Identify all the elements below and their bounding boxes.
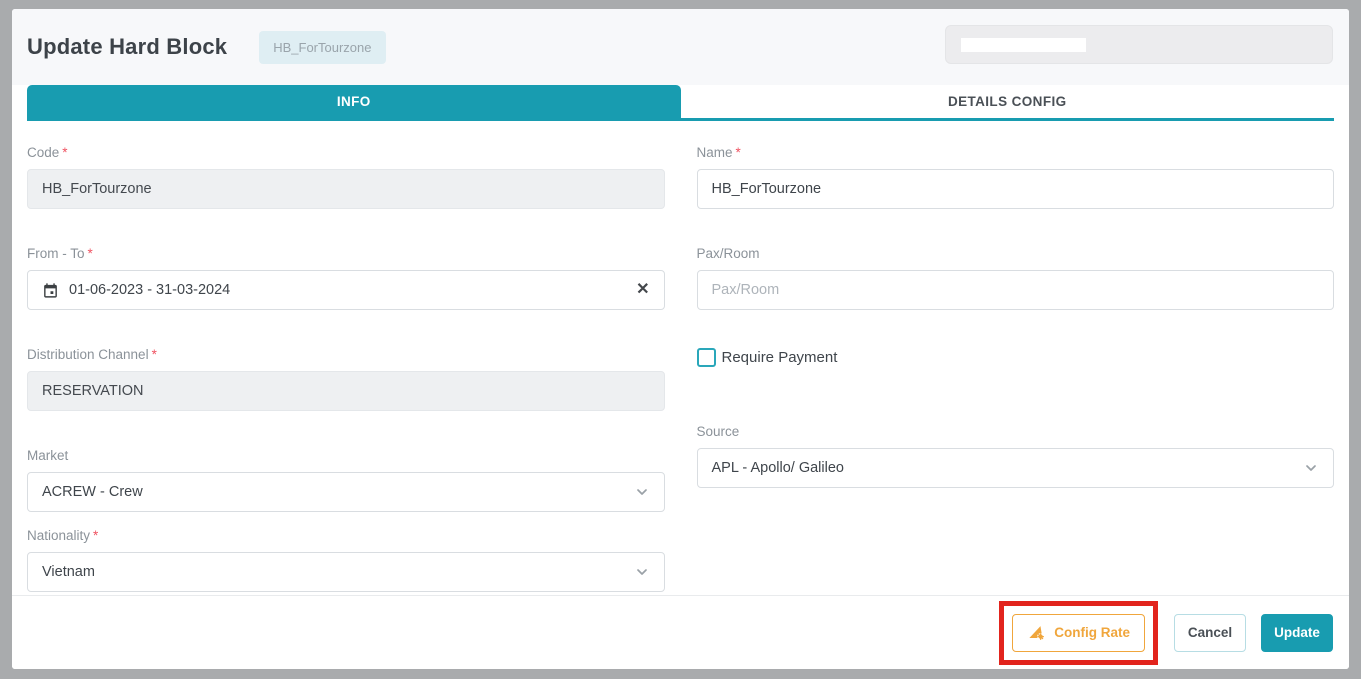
chevron-down-icon[interactable] xyxy=(1303,460,1319,476)
page-title: Update Hard Block xyxy=(27,34,227,60)
redacted-info-box xyxy=(945,25,1333,64)
chevron-down-icon[interactable] xyxy=(634,564,650,580)
tab-details-config[interactable]: DETAILS CONFIG xyxy=(681,85,1335,118)
source-label: Source xyxy=(697,424,1335,439)
distribution-channel-group: Distribution Channel* xyxy=(27,347,665,411)
config-rate-button[interactable]: Config Rate xyxy=(1012,614,1145,652)
name-label: Name* xyxy=(697,145,1335,160)
pax-room-group: Pax/Room xyxy=(697,246,1335,310)
pax-room-label: Pax/Room xyxy=(697,246,1335,261)
source-select[interactable]: APL - Apollo/ Galileo xyxy=(697,448,1335,488)
code-label: Code* xyxy=(27,145,665,160)
code-field xyxy=(27,169,665,209)
require-payment-label: Require Payment xyxy=(722,349,838,366)
calendar-icon[interactable] xyxy=(42,282,59,299)
nationality-group: Nationality* Vietnam xyxy=(27,528,665,592)
redaction-bar xyxy=(961,38,1086,52)
name-field[interactable] xyxy=(697,169,1335,209)
config-rate-label: Config Rate xyxy=(1054,625,1130,640)
required-asterisk: * xyxy=(736,145,741,160)
require-payment-group: Require Payment xyxy=(697,347,1335,367)
date-range-value: 01-06-2023 - 31-03-2024 xyxy=(69,282,636,298)
chevron-down-icon[interactable] xyxy=(634,484,650,500)
record-code-badge: HB_ForTourzone xyxy=(259,31,385,64)
nationality-label: Nationality* xyxy=(27,528,665,543)
from-to-label: From - To* xyxy=(27,246,665,261)
code-group: Code* xyxy=(27,145,665,209)
nationality-select[interactable]: Vietnam xyxy=(27,552,665,592)
dialog-footer: Config Rate Cancel Update xyxy=(12,595,1349,669)
form-right-column: Name* Pax/Room Require Payment Source AP… xyxy=(697,145,1335,629)
market-group: Market ACREW - Crew xyxy=(27,448,665,512)
required-asterisk: * xyxy=(152,347,157,362)
tab-info[interactable]: INFO xyxy=(27,85,681,118)
update-button[interactable]: Update xyxy=(1261,614,1333,652)
require-payment-checkbox[interactable] xyxy=(697,348,716,367)
source-group: Source APL - Apollo/ Galileo xyxy=(697,424,1335,488)
required-asterisk: * xyxy=(62,145,67,160)
date-range-field[interactable]: 01-06-2023 - 31-03-2024 ✕ xyxy=(27,270,665,310)
clear-date-icon[interactable]: ✕ xyxy=(636,282,649,298)
distribution-channel-field xyxy=(27,371,665,411)
market-value: ACREW - Crew xyxy=(42,484,634,500)
pax-room-field[interactable] xyxy=(697,270,1335,310)
distribution-channel-label: Distribution Channel* xyxy=(27,347,665,362)
update-hard-block-dialog: Update Hard Block HB_ForTourzone INFO DE… xyxy=(12,9,1349,669)
source-value: APL - Apollo/ Galileo xyxy=(712,460,1304,476)
cancel-button[interactable]: Cancel xyxy=(1174,614,1246,652)
rate-config-icon xyxy=(1027,623,1046,642)
dialog-header: Update Hard Block HB_ForTourzone xyxy=(12,9,1349,85)
required-asterisk: * xyxy=(88,246,93,261)
red-highlight-annotation: Config Rate xyxy=(999,601,1158,665)
nationality-value: Vietnam xyxy=(42,564,634,580)
from-to-group: From - To* 01-06-2023 - 31-03-2024 ✕ xyxy=(27,246,665,310)
market-select[interactable]: ACREW - Crew xyxy=(27,472,665,512)
name-group: Name* xyxy=(697,145,1335,209)
form-left-column: Code* From - To* 01-06-2023 - 31-03-2024… xyxy=(27,145,665,629)
info-form: Code* From - To* 01-06-2023 - 31-03-2024… xyxy=(12,121,1349,629)
market-label: Market xyxy=(27,448,665,463)
tab-bar: INFO DETAILS CONFIG xyxy=(27,85,1334,121)
required-asterisk: * xyxy=(93,528,98,543)
